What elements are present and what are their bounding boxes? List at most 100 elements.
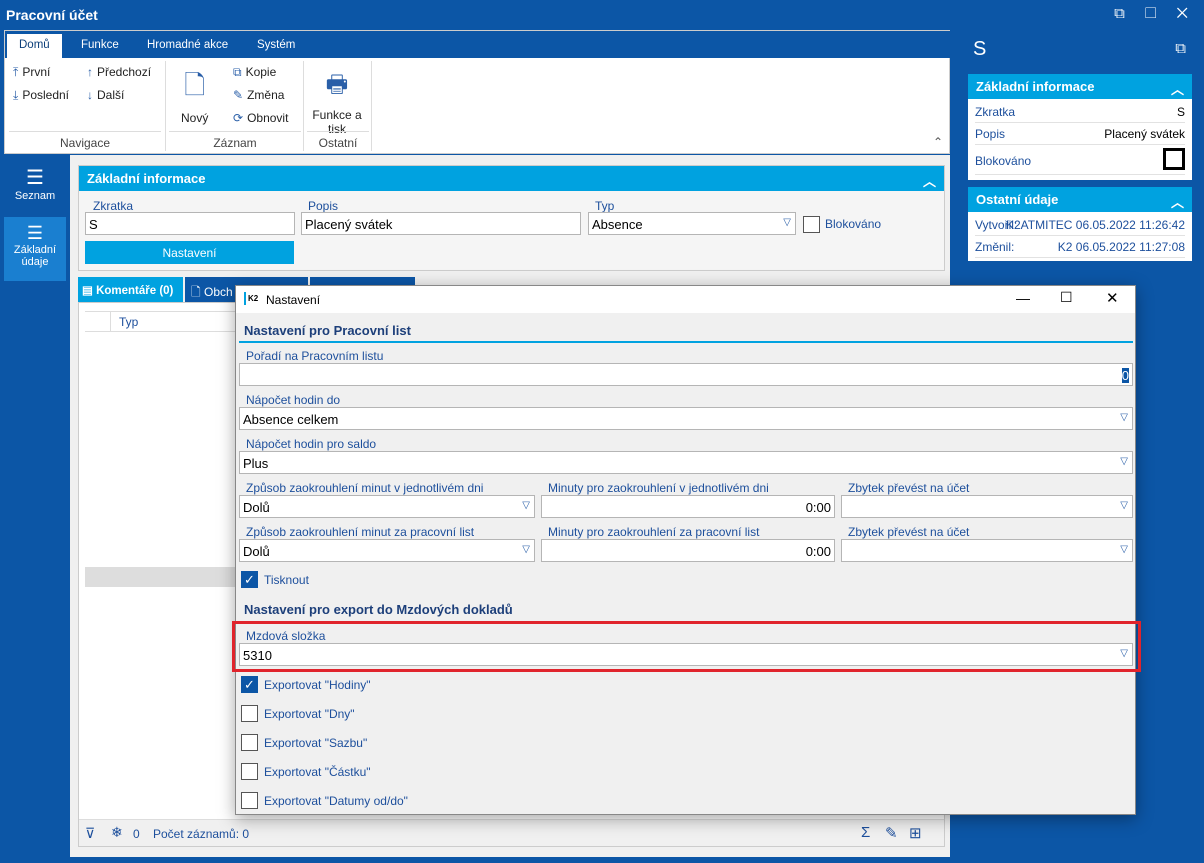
previous-button[interactable]: ↑ Předchozí bbox=[87, 65, 151, 79]
pencil-icon[interactable]: ✎ bbox=[885, 824, 898, 842]
refresh-button[interactable]: ⟳ Obnovit bbox=[233, 111, 288, 125]
edit-button[interactable]: ✎ Změna bbox=[233, 88, 284, 102]
minimize-button[interactable]: — bbox=[1016, 290, 1030, 306]
section-divider bbox=[239, 341, 1133, 343]
nav-zakladni-udaje[interactable]: ☰ Základní údaje bbox=[4, 217, 66, 281]
dropdown-icon: ▽ bbox=[522, 500, 530, 511]
info-row: Popis Placený svátek bbox=[975, 123, 1185, 145]
remainder-day-select[interactable]: ▽ bbox=[841, 495, 1133, 518]
blokovano-checkbox[interactable] bbox=[803, 216, 820, 233]
basic-info-panel: Základní informace ︿ Zkratka S Popis Plac… bbox=[78, 165, 945, 271]
right-basic-header: Základní informace ︿ bbox=[968, 74, 1192, 99]
first-button[interactable]: ⤒ První bbox=[13, 65, 50, 80]
dropdown-icon: ▽ bbox=[1120, 456, 1128, 467]
napocet-select[interactable]: Absence celkem ▽ bbox=[239, 407, 1133, 430]
nav-seznam-label: Seznam bbox=[14, 190, 56, 202]
grid-corner bbox=[85, 312, 111, 332]
record-count: Počet záznamů: 0 bbox=[153, 827, 250, 841]
dropdown-icon: ▽ bbox=[1120, 500, 1128, 511]
first-label: První bbox=[22, 65, 51, 79]
maximize-button[interactable]: ☐ bbox=[1060, 289, 1073, 306]
saldo-value: Plus bbox=[243, 456, 269, 471]
basic-info-header: Základní informace ︿ bbox=[79, 166, 944, 191]
export-checkbox[interactable] bbox=[241, 705, 258, 722]
document-icon: 🗋 bbox=[191, 285, 204, 299]
new-button[interactable]: 🗋 Nový bbox=[181, 67, 208, 125]
collapse-icon[interactable]: ︿ bbox=[1171, 79, 1184, 98]
copy-icon: ⧉ bbox=[233, 65, 242, 79]
freeze-icon[interactable]: ❄ bbox=[111, 824, 123, 841]
popis-label: Popis bbox=[308, 199, 339, 213]
tab-funkce[interactable]: Funkce bbox=[69, 34, 131, 58]
saldo-select[interactable]: Plus ▽ bbox=[239, 451, 1133, 474]
info-value: S bbox=[1176, 105, 1185, 119]
info-value: K2ATMITEC 06.05.2022 11:26:42 bbox=[1006, 218, 1185, 232]
rounding-list-select[interactable]: Dolů ▽ bbox=[239, 539, 535, 562]
poradi-input[interactable]: 0 bbox=[239, 363, 1133, 386]
print-button[interactable]: 🖶 Funkce a tisk bbox=[307, 67, 367, 136]
dialog-titlebar: K2 Nastavení — ☐ ✕ bbox=[236, 286, 1135, 313]
last-label: Poslední bbox=[22, 88, 70, 102]
copy-button[interactable]: ⧉ Kopie bbox=[233, 65, 276, 80]
window-title: Pracovní účet bbox=[0, 0, 1204, 30]
minutes-list-label: Minuty pro zaokrouhlení za pracovní list bbox=[548, 525, 760, 539]
record-title: S bbox=[973, 38, 987, 60]
refresh-label: Obnovit bbox=[247, 111, 289, 125]
export-checkbox[interactable] bbox=[241, 734, 258, 751]
popis-input[interactable]: Placený svátek bbox=[301, 212, 581, 235]
column-typ[interactable]: Typ bbox=[119, 315, 138, 329]
rounding-day-select[interactable]: Dolů ▽ bbox=[239, 495, 535, 518]
tab-komentare[interactable]: ▤ Komentáře (0) bbox=[78, 277, 183, 302]
collapse-ribbon-icon[interactable]: ⌃ bbox=[933, 135, 943, 149]
export-checkbox[interactable] bbox=[241, 792, 258, 809]
close-button[interactable]: ✕ bbox=[1106, 289, 1119, 307]
remainder-list-select[interactable]: ▽ bbox=[841, 539, 1133, 562]
export-checkbox[interactable]: ✓ bbox=[241, 676, 258, 693]
window-controls[interactable]: ⧉ ☐ ✕ bbox=[1114, 5, 1196, 22]
dropdown-icon: ▽ bbox=[522, 544, 530, 555]
minutes-list-input[interactable]: 0:00 bbox=[541, 539, 835, 562]
tab-domu[interactable]: Domů bbox=[7, 34, 62, 58]
add-record-icon[interactable]: ⊞ bbox=[909, 824, 922, 842]
info-row: Vytvořil: K2ATMITEC 06.05.2022 11:26:42 bbox=[975, 214, 1185, 236]
dropdown-icon: ▽ bbox=[1120, 412, 1128, 423]
filter-icon[interactable]: ⊽ bbox=[85, 825, 95, 842]
tab-hromadne-akce[interactable]: Hromadné akce bbox=[135, 34, 240, 58]
document-icon: 🗋 bbox=[184, 70, 206, 100]
collapse-icon[interactable]: ︿ bbox=[1171, 192, 1184, 211]
nastaveni-button[interactable]: Nastavení bbox=[85, 241, 294, 264]
grid-scroll-row bbox=[85, 567, 235, 587]
blokovano-checkbox[interactable] bbox=[1163, 148, 1185, 170]
blokovano-label: Blokováno bbox=[825, 217, 882, 231]
export-label: Exportovat "Hodiny" bbox=[264, 678, 371, 692]
remainder-list-label: Zbytek převést na účet bbox=[848, 525, 970, 539]
printer-icon: 🖶 bbox=[325, 71, 349, 98]
remainder-day-label: Zbytek převést na účet bbox=[848, 481, 970, 495]
tab-system[interactable]: Systém bbox=[245, 34, 307, 58]
dropdown-icon: ▽ bbox=[1120, 544, 1128, 555]
info-key: Změnil: bbox=[975, 240, 1015, 254]
minutes-day-label: Minuty pro zaokrouhlení v jednotlivém dn… bbox=[548, 481, 769, 495]
nav-zakladni-udaje-label: Základní údaje bbox=[13, 244, 57, 268]
typ-value: Absence bbox=[592, 217, 643, 232]
comment-icon: ▤ bbox=[82, 285, 97, 297]
zkratka-input[interactable]: S bbox=[85, 212, 295, 235]
info-row: Zkratka S bbox=[975, 101, 1185, 123]
export-label: Exportovat "Částku" bbox=[264, 765, 371, 779]
export-checkbox[interactable] bbox=[241, 763, 258, 780]
typ-select[interactable]: Absence ▽ bbox=[588, 212, 796, 235]
last-button[interactable]: ⤓ Poslední bbox=[13, 88, 69, 103]
popout-icon[interactable]: ⧉ bbox=[1175, 40, 1186, 57]
right-other-title: Ostatní údaje bbox=[976, 192, 1059, 207]
collapse-icon[interactable]: ︿ bbox=[923, 171, 936, 190]
info-value: K2 06.05.2022 11:27:08 bbox=[1057, 240, 1185, 254]
sum-icon[interactable]: Σ bbox=[861, 824, 870, 841]
info-key: Zkratka bbox=[975, 105, 1016, 119]
info-row: Blokováno bbox=[975, 145, 1185, 175]
arrow-up-icon: ↑ bbox=[87, 65, 93, 79]
nav-seznam[interactable]: ☰ Seznam bbox=[4, 165, 66, 221]
next-button[interactable]: ↓ Další bbox=[87, 88, 124, 102]
tisknout-checkbox[interactable]: ✓ bbox=[241, 571, 258, 588]
minutes-day-input[interactable]: 0:00 bbox=[541, 495, 835, 518]
export-label: Exportovat "Datumy od/do" bbox=[264, 794, 408, 808]
